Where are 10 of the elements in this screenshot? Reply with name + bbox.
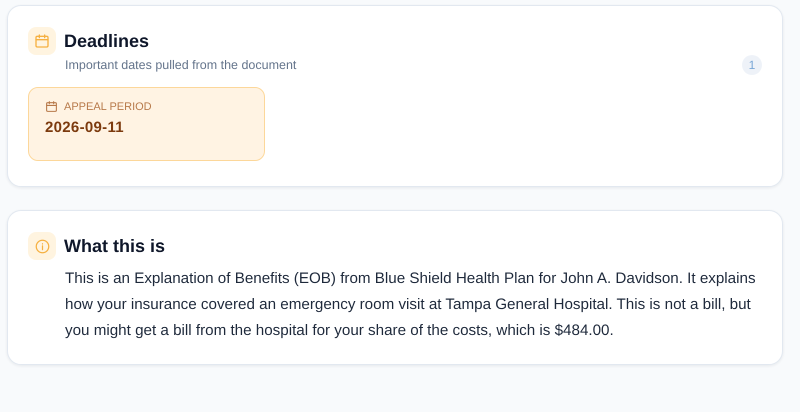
card-title: What this is [64,236,166,256]
count-badge: 1 [742,55,762,75]
info-icon [34,238,50,254]
deadline-label: APPEAL PERIOD [64,100,152,112]
summary-paragraph: This is an Explanation of Benefits (EOB) from Blue Shield Health Plan for John A. Davidson. It explains how your insurance covered an emergency room visit at Tampa General Hospital. This is not a bill, but you might get a bill from the hospital for your share of the costs, which is $484.00. [65,269,757,341]
calendar-icon [34,33,50,49]
card-title: Deadlines [64,30,150,52]
card-subtitle: Important dates pulled from the document [65,58,296,72]
deadline-date: 2026-09-11 [45,119,124,136]
calendar-icon [45,100,58,113]
